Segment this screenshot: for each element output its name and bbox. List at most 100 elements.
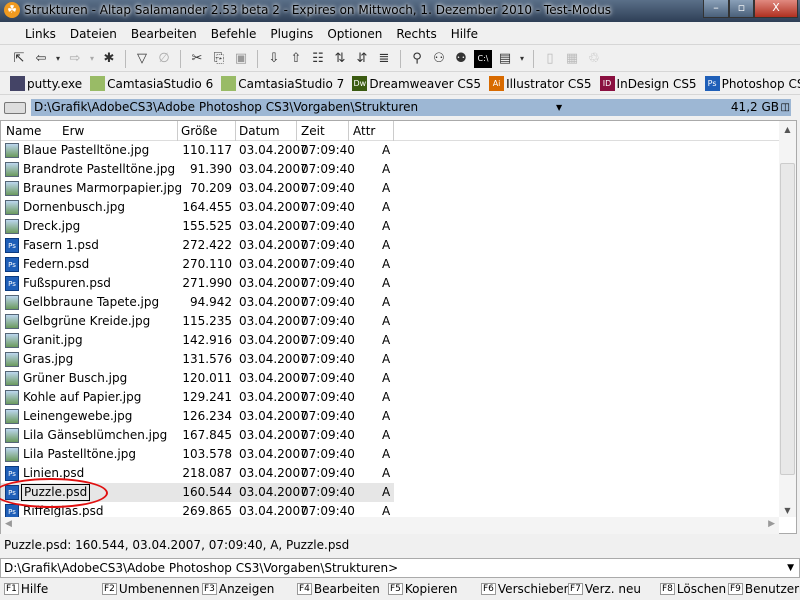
column-ext[interactable]: Erw (62, 124, 84, 138)
file-row[interactable]: Brandrote Pastelltöne.jpg 91.390 03.04.200… (1, 160, 394, 179)
scroll-left-icon[interactable]: ◀ (5, 519, 12, 529)
view-mode-icon[interactable]: ▤ (496, 50, 514, 68)
network-icon[interactable]: ⚇ (430, 50, 448, 68)
menu-hilfe[interactable]: Hilfe (444, 23, 485, 44)
column-attr[interactable]: Attr (353, 124, 375, 138)
key-label: F7 (568, 583, 583, 595)
file-attr: A (382, 352, 391, 366)
pack-icon[interactable]: ⇩ (265, 50, 283, 68)
file-row[interactable]: Gras.jpg 131.576 03.04.2007 07:09:40 A (1, 350, 394, 369)
file-row[interactable]: Dreck.jpg 155.525 03.04.2007 07:09:40 A (1, 217, 394, 236)
path-field[interactable]: D:\Grafik\AdobeCS3\Adobe Photoshop CS3\V… (31, 99, 791, 116)
file-row[interactable]: Gelbbraune Tapete.jpg 94.942 03.04.2007 07:… (1, 293, 394, 312)
fkey-f8[interactable]: F8 Löschen (660, 582, 726, 596)
chevron-down-icon[interactable]: ▼ (556, 99, 562, 116)
user-menu-item[interactable]: Ai Illustrator CS5 (489, 76, 592, 91)
menu-befehle[interactable]: Befehle (204, 23, 264, 44)
user-menu-item[interactable]: CamtasiaStudio 6 (90, 76, 213, 91)
user-menu-item[interactable]: CamtasiaStudio 7 (221, 76, 344, 91)
scroll-thumb[interactable] (780, 163, 795, 475)
column-time[interactable]: Zeit (301, 124, 325, 138)
forward-icon[interactable]: ⇨ (66, 50, 84, 68)
sort-desc-icon[interactable]: ⇵ (353, 50, 371, 68)
file-name: Dornenbusch.jpg (23, 200, 125, 214)
column-size[interactable]: Größe (181, 124, 217, 138)
fkey-f1[interactable]: F1 Hilfe (4, 582, 48, 596)
fkey-f9[interactable]: F9Benutzerm (728, 582, 800, 596)
file-date: 03.04.2007 (239, 390, 308, 404)
column-name[interactable]: Name (6, 124, 41, 138)
menu-dateien[interactable]: Dateien (63, 23, 124, 44)
vertical-scrollbar[interactable]: ▲ ▼ (779, 121, 796, 517)
key-label: F5 (388, 583, 403, 595)
properties-icon[interactable]: ☷ (309, 50, 327, 68)
find-icon[interactable]: ⚲ (408, 50, 426, 68)
scroll-up-icon[interactable]: ▲ (779, 125, 796, 134)
file-row[interactable]: Gelbgrüne Kreide.jpg 115.235 03.04.2007 07:… (1, 312, 394, 331)
fkey-f4[interactable]: F4 Bearbeiten (297, 582, 380, 596)
back-icon[interactable]: ⇦ (32, 50, 50, 68)
file-row[interactable]: Grüner Busch.jpg 120.011 03.04.2007 07:09:4… (1, 369, 394, 388)
file-row[interactable]: Granit.jpg 142.916 03.04.2007 07:09:40 A (1, 331, 394, 350)
parent-dir-icon[interactable]: ⇱ (10, 50, 28, 68)
copy-icon[interactable]: ⎘ (210, 50, 228, 68)
maximize-button[interactable]: ▫ (729, 0, 754, 18)
chevron-down-icon[interactable]: ▼ (787, 559, 794, 577)
file-row[interactable]: Braunes Marmorpapier.jpg 70.209 03.04.2007… (1, 179, 394, 198)
file-date: 03.04.2007 (239, 352, 308, 366)
user-menu-item[interactable]: ID InDesign CS5 (599, 76, 697, 91)
recycle-bin-icon[interactable]: ♲ (585, 50, 603, 68)
filter-icon[interactable]: ▽ (133, 50, 151, 68)
fkey-f7[interactable]: F7 Verz. neu (568, 582, 641, 596)
title-bar: ☘ Strukturen - Altap Salamander 2.53 bet… (0, 0, 800, 22)
column-date[interactable]: Datum (239, 124, 280, 138)
drive-icon[interactable] (4, 102, 26, 114)
fkey-f6[interactable]: F6 Verschieben (481, 582, 571, 596)
file-row[interactable]: Dornenbusch.jpg 164.455 03.04.2007 07:09:40… (1, 198, 394, 217)
close-button[interactable]: X (754, 0, 798, 18)
file-row[interactable]: Lila Pastelltöne.jpg 103.578 03.04.2007 07:… (1, 445, 394, 464)
scroll-down-icon[interactable]: ▼ (779, 506, 796, 515)
command-prompt-icon[interactable]: C:\ (474, 49, 492, 68)
menu-rechts[interactable]: Rechts (389, 23, 443, 44)
clear-filter-icon[interactable]: ∅ (155, 50, 173, 68)
user-menu-item[interactable]: putty.exe (10, 76, 82, 91)
share-icon[interactable]: ⚉ (452, 50, 470, 68)
drive-menu-icon[interactable]: ✱ (100, 50, 118, 68)
chevron-down-icon[interactable]: ▾ (518, 50, 526, 68)
scroll-right-icon[interactable]: ▶ (768, 519, 775, 529)
user-menu-item[interactable]: Dw Dreamweaver CS5 (352, 76, 481, 91)
menu-plugins[interactable]: Plugins (263, 23, 320, 44)
file-row[interactable]: Ps Fasern 1.psd 272.422 03.04.2007 07:09:40 A (1, 236, 394, 255)
zoom-panel-icon[interactable]: ◫ (781, 99, 790, 116)
file-row[interactable]: Blaue Pastelltöne.jpg 110.117 03.04.2007 07… (1, 141, 394, 160)
menu-bearbeiten[interactable]: Bearbeiten (124, 23, 204, 44)
file-row[interactable]: Ps Fußspuren.psd 271.990 03.04.2007 07:09:40… (1, 274, 394, 293)
user-menu-item[interactable]: PsPhotoshop CS5 (704, 76, 800, 91)
cut-icon[interactable]: ✂ (188, 50, 206, 68)
paste-icon[interactable]: ▣ (232, 50, 250, 68)
file-icon[interactable]: ▯ (541, 50, 559, 68)
fkey-f2[interactable]: F2 Umbenennen (102, 582, 200, 596)
file-row[interactable]: Kohle auf Papier.jpg 129.241 03.04.2007 07:… (1, 388, 394, 407)
horizontal-scrollbar[interactable]: ◀ ▶ (1, 517, 779, 534)
file-attr: A (382, 276, 391, 290)
file-row[interactable]: Ps Federn.psd 270.110 03.04.2007 07:09:40 A (1, 255, 394, 274)
file-size: 160.544 (182, 485, 232, 499)
minimize-button[interactable]: – (703, 0, 729, 18)
compare-icon[interactable]: ≣ (375, 50, 393, 68)
chevron-down-icon[interactable]: ▾ (88, 50, 96, 68)
menu-links[interactable]: Links (18, 23, 63, 44)
fkey-f5[interactable]: F5 Kopieren (388, 582, 458, 596)
chevron-down-icon[interactable]: ▾ (54, 50, 62, 68)
image-file-icon (5, 333, 19, 348)
photoshop-file-icon: Ps (5, 276, 19, 291)
unpack-icon[interactable]: ⇧ (287, 50, 305, 68)
file-row[interactable]: Leinengewebe.jpg 126.234 03.04.2007 07:09:4… (1, 407, 394, 426)
command-line[interactable]: D:\Grafik\AdobeCS3\Adobe Photoshop CS3\V… (0, 558, 800, 578)
fkey-f3[interactable]: F3 Anzeigen (202, 582, 274, 596)
file-row[interactable]: Lila Gänseblümchen.jpg 167.845 03.04.2007 0… (1, 426, 394, 445)
calculator-icon[interactable]: ▦ (563, 50, 581, 68)
menu-optionen[interactable]: Optionen (320, 23, 389, 44)
sort-icon[interactable]: ⇅ (331, 50, 349, 68)
